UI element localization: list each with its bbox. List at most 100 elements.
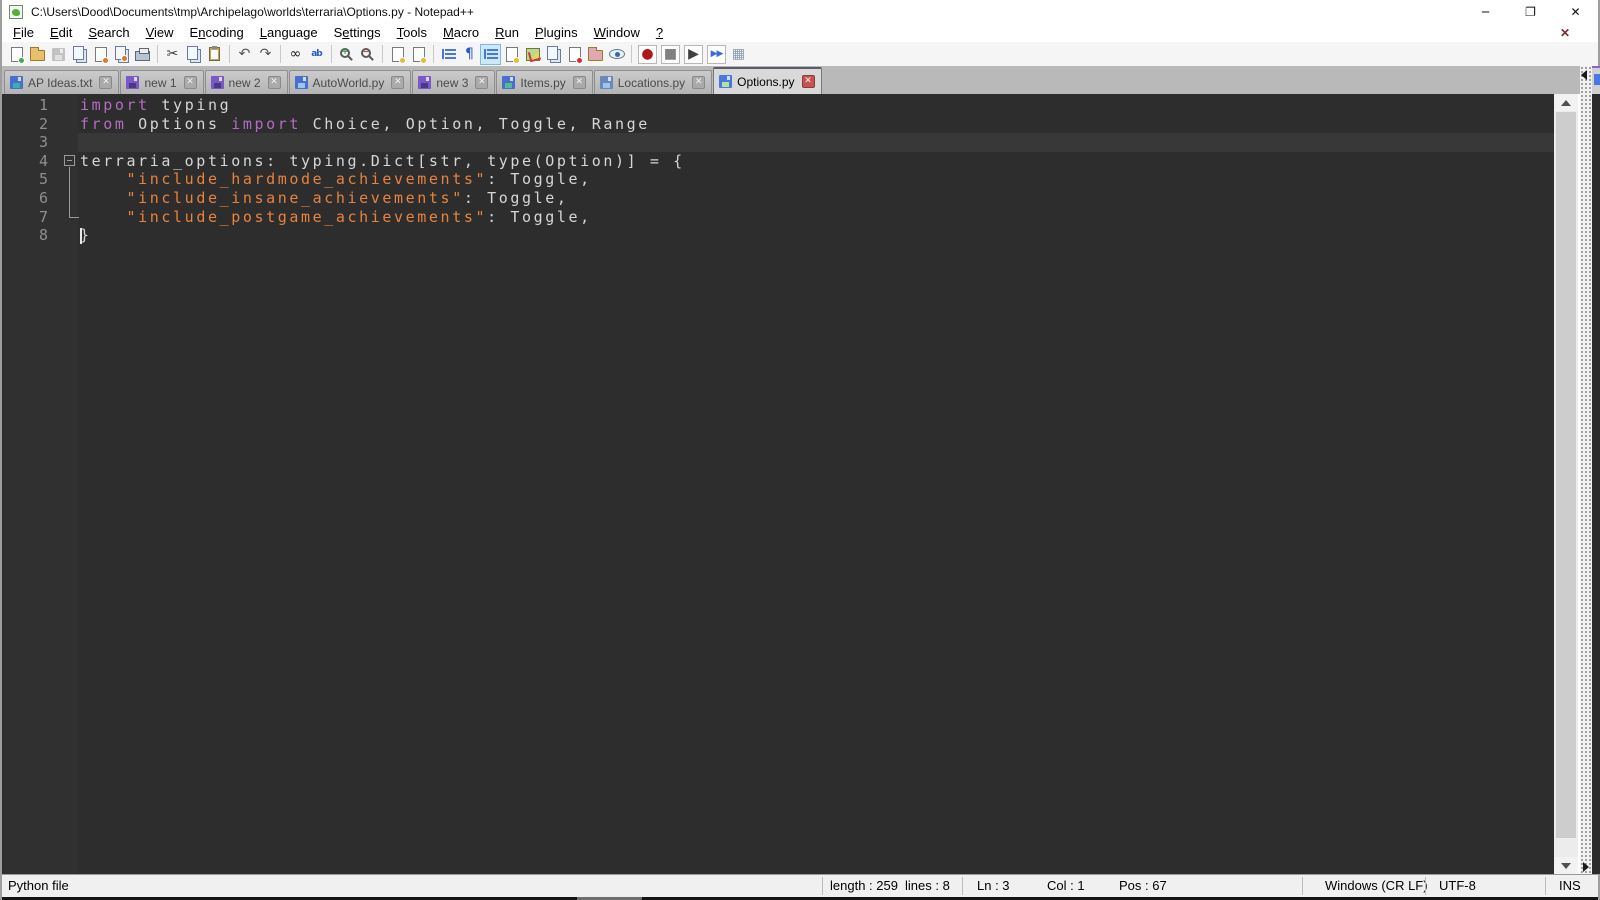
function-list-icon — [568, 46, 583, 64]
fold-collapse-icon[interactable] — [64, 154, 75, 166]
pane-splitter[interactable] — [1580, 66, 1592, 874]
menubar: File Edit Search View Encoding Language Settin… — [2, 24, 1598, 42]
fold-guide-line — [69, 166, 79, 218]
cut-button[interactable]: ✂ — [162, 44, 183, 65]
close-document-icon[interactable]: ✕ — [1560, 26, 1570, 40]
zoom-in-button[interactable]: + — [336, 44, 357, 65]
minimize-button[interactable]: ─ — [1463, 0, 1508, 24]
document-list-button[interactable] — [543, 44, 564, 65]
paste-button[interactable] — [204, 44, 225, 65]
replace-button[interactable]: ab — [306, 44, 327, 65]
sync-vertical-button[interactable] — [387, 44, 408, 65]
tab-close-icon[interactable]: ✕ — [801, 75, 815, 88]
window-controls: ─ ❐ ✕ — [1463, 0, 1598, 24]
tab-close-icon[interactable]: ✕ — [692, 76, 706, 89]
menu-item-plugins[interactable]: Plugins — [527, 24, 586, 42]
scroll-up-icon[interactable] — [1554, 94, 1578, 111]
menu-item-edit[interactable]: Edit — [42, 24, 80, 42]
tab-options-py[interactable]: Options.py ✕ — [713, 67, 822, 94]
show-indent-guide-button[interactable] — [480, 43, 501, 65]
macro-stop-button[interactable]: ■ — [661, 44, 680, 64]
tab-locations-py[interactable]: Locations.py ✕ — [593, 70, 713, 94]
macro-save-button[interactable]: ▦ — [728, 44, 749, 65]
close-file-icon — [94, 46, 109, 64]
document-map-button[interactable] — [522, 44, 543, 65]
save-all-button[interactable] — [69, 44, 90, 65]
word-wrap-button[interactable] — [438, 44, 459, 65]
tab-close-icon[interactable]: ✕ — [267, 76, 281, 89]
notepad-plus-plus-icon — [9, 5, 23, 19]
tab-close-icon[interactable]: ✕ — [391, 76, 405, 89]
status-encoding[interactable]: UTF-8 — [1439, 875, 1476, 897]
function-list-button[interactable] — [564, 44, 585, 65]
scrollbar-thumb[interactable] — [1556, 112, 1576, 838]
scroll-down-icon[interactable] — [1554, 857, 1578, 874]
new-file-button[interactable] — [6, 44, 27, 65]
menu-item-search[interactable]: Search — [80, 24, 137, 42]
menu-item-macro[interactable]: Macro — [435, 24, 487, 42]
tab-close-icon[interactable]: ✕ — [183, 76, 197, 89]
tab-items-py[interactable]: Items.py ✕ — [496, 70, 593, 94]
tab-label: new 3 — [436, 75, 469, 90]
line-number: 1 — [38, 96, 48, 114]
copy-button[interactable] — [183, 44, 204, 65]
zoom-out-icon: − — [361, 47, 371, 58]
splitter-right-arrow-icon[interactable] — [1583, 862, 1589, 872]
splitter-left-arrow-icon[interactable] — [1581, 70, 1587, 80]
tab-close-icon[interactable]: ✕ — [572, 76, 586, 89]
macro-save-icon: ▦ — [731, 46, 746, 62]
sync-horizontal-button[interactable] — [408, 44, 429, 65]
menu-item-run[interactable]: Run — [487, 24, 527, 42]
tab-label: Locations.py — [617, 75, 686, 90]
menu-item-encoding[interactable]: Encoding — [182, 24, 252, 42]
cut-icon: ✂ — [166, 46, 179, 62]
window-title: C:\Users\Dood\Documents\tmp\Archipelago\… — [31, 5, 474, 19]
close-all-button[interactable] — [111, 44, 132, 65]
tab-close-icon[interactable]: ✕ — [99, 76, 113, 89]
macro-run-multiple-button[interactable]: ▶▶ — [707, 44, 726, 64]
find-button[interactable]: ∞ — [285, 44, 306, 65]
status-length: length : 259 — [830, 878, 898, 893]
redo-button[interactable]: ↷ — [255, 44, 276, 65]
code-area[interactable]: import typing from Options import Choice,… — [80, 96, 1554, 245]
menu-item-view[interactable]: View — [138, 24, 182, 42]
macro-play-icon: ▶ — [688, 46, 699, 62]
menu-item-file[interactable]: File — [5, 24, 42, 42]
editor[interactable]: 12345678 import typing from Options impor… — [2, 94, 1554, 874]
second-pane-tab-fragment[interactable] — [1592, 66, 1600, 94]
close-button[interactable]: ✕ — [1553, 0, 1598, 24]
menu-item-window[interactable]: Window — [586, 24, 648, 42]
monitoring-button[interactable] — [606, 44, 627, 65]
status-insert-mode[interactable]: INS — [1559, 875, 1581, 897]
show-all-characters-button[interactable]: ¶ — [459, 44, 480, 65]
tab-autoworld-py[interactable]: AutoWorld.py ✕ — [288, 70, 412, 94]
macro-play-button[interactable]: ▶ — [684, 44, 703, 64]
macro-record-button[interactable]: ● — [638, 44, 657, 64]
tab-ap-ideas-txt[interactable]: AP Ideas.txt ✕ — [4, 70, 120, 94]
folder-as-workspace-icon — [588, 47, 603, 61]
tab-new-2[interactable]: new 2 ✕ — [204, 70, 288, 94]
sync-vertical-icon — [391, 46, 406, 64]
menu-item-tools[interactable]: Tools — [389, 24, 435, 42]
status-eol-format[interactable]: Windows (CR LF) — [1325, 875, 1428, 897]
doc-lightning-button[interactable] — [501, 44, 522, 65]
zoom-out-button[interactable]: − — [357, 44, 378, 65]
file-saved-icon — [294, 76, 308, 89]
undo-button[interactable]: ↶ — [234, 44, 255, 65]
menu-item-language[interactable]: Language — [252, 24, 326, 42]
tab-new-3[interactable]: new 3 ✕ — [412, 70, 496, 94]
close-file-button[interactable] — [90, 44, 111, 65]
find-icon: ∞ — [289, 46, 302, 62]
menu-item-settings[interactable]: Settings — [326, 24, 389, 42]
open-file-button[interactable] — [27, 44, 48, 65]
save-button[interactable]: .x{} — [48, 44, 69, 65]
vertical-scrollbar[interactable] — [1554, 94, 1578, 874]
menu-item-help[interactable]: ? — [648, 24, 671, 42]
code-line-4: terraria_options: typing.Dict[str, type(… — [80, 151, 685, 170]
print-button[interactable] — [132, 44, 153, 65]
tab-close-icon[interactable]: ✕ — [475, 76, 489, 89]
tab-new-1[interactable]: new 1 ✕ — [120, 70, 204, 94]
file-saved-icon — [599, 76, 613, 89]
restore-button[interactable]: ❐ — [1508, 0, 1553, 24]
folder-as-workspace-button[interactable] — [585, 44, 606, 65]
